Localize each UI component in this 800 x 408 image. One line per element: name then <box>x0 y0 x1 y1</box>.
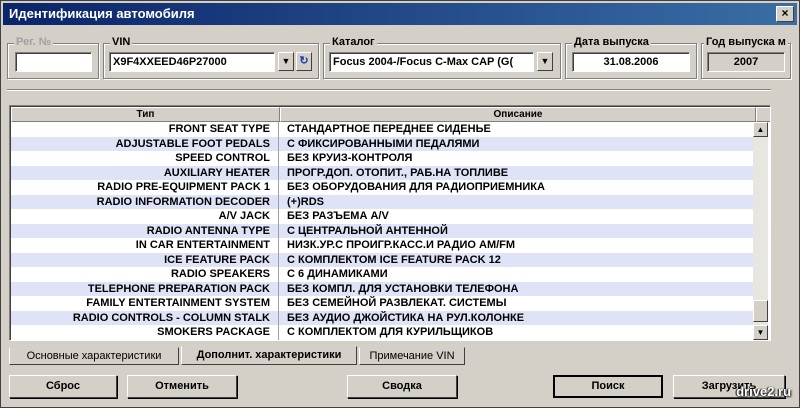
vertical-scrollbar[interactable]: ▲ ▼ <box>753 122 768 340</box>
scroll-thumb[interactable] <box>753 300 768 322</box>
vin-input[interactable]: X9F4XXEED46P27000 <box>109 52 275 72</box>
close-button[interactable]: × <box>776 6 794 22</box>
characteristics-grid[interactable]: Тип Описание FRONT SEAT TYPE СТАНДАРТНОЕ … <box>9 105 771 341</box>
reg-number-input[interactable] <box>15 52 92 72</box>
column-header-description[interactable]: Описание <box>280 107 756 122</box>
table-row[interactable]: FRONT SEAT TYPE СТАНДАРТНОЕ ПЕРЕДНЕЕ СИДЕ… <box>11 122 757 137</box>
tab-additional-characteristics[interactable]: Дополнит. характеристики <box>181 346 357 365</box>
grid-rows: FRONT SEAT TYPE СТАНДАРТНОЕ ПЕРЕДНЕЕ СИДЕ… <box>11 122 757 340</box>
cell-description: БЕЗ АУДИО ДЖОЙСТИКА НА РУЛ.КОЛОНКЕ <box>287 311 525 324</box>
cell-type: RADIO INFORMATION DECODER <box>11 194 279 209</box>
cell-type: FRONT SEAT TYPE <box>11 122 279 137</box>
cell-description: БЕЗ СЕМЕЙНОЙ РАЗВЛЕКАТ. СИСТЕМЫ <box>287 297 507 309</box>
scroll-down-button[interactable]: ▼ <box>753 325 768 340</box>
cell-type: SPEED CONTROL <box>11 151 279 166</box>
cell-type: A/V JACK <box>11 209 279 224</box>
dropdown-arrow-icon: ▼ <box>540 56 550 66</box>
column-header-spacer <box>756 107 770 122</box>
title-bar[interactable]: Идентификация автомобиля × <box>3 3 797 25</box>
table-row[interactable]: SMOKERS PACKAGE С КОМПЛЕКТОМ ДЛЯ КУРИЛЬЩИ… <box>11 325 757 340</box>
cell-type: SMOKERS PACKAGE <box>11 325 279 340</box>
cell-type: RADIO CONTROLS - COLUMN STALK <box>11 310 279 325</box>
table-row[interactable]: RADIO ANTENNA TYPE С ЦЕНТРАЛЬНОЙ АНТЕННОЙ <box>11 223 757 238</box>
table-row[interactable]: TELEPHONE PREPARATION PACK БЕЗ КОМПЛ. ДЛЯ… <box>11 281 757 296</box>
table-row[interactable]: ADJUSTABLE FOOT PEDALS С ФИКСИРОВАННЫМИ П… <box>11 136 757 151</box>
release-date-input[interactable]: 31.08.2006 <box>572 52 690 72</box>
cell-type: FAMILY ENTERTAINMENT SYSTEM <box>11 296 279 311</box>
cell-type: ADJUSTABLE FOOT PEDALS <box>11 136 279 151</box>
cell-description: ПРОГР.ДОП. ОТОПИТ., РАБ.НА ТОПЛИВЕ <box>287 166 509 179</box>
vin-label: VIN <box>110 36 133 48</box>
scroll-down-icon: ▼ <box>756 328 765 337</box>
column-header-type[interactable]: Тип <box>11 107 280 122</box>
cell-description: С КОМПЛЕКТОМ ICE FEATURE PACK 12 <box>287 253 501 266</box>
cell-type: RADIO ANTENNA TYPE <box>11 223 279 238</box>
table-row[interactable]: IN CAR ENTERTAINMENT НИЗК.УР.С ПРОИГР.КАС… <box>11 238 757 253</box>
table-row[interactable]: A/V JACK БЕЗ РАЗЪЕМА A/V <box>11 209 757 224</box>
model-year-value: 2007 <box>707 52 785 72</box>
scroll-up-button[interactable]: ▲ <box>753 122 768 137</box>
cell-description: С 6 ДИНАМИКАМИ <box>287 268 388 280</box>
refresh-icon: ↻ <box>299 55 309 67</box>
separator <box>7 89 771 91</box>
table-row[interactable]: RADIO SPEAKERS С 6 ДИНАМИКАМИ <box>11 267 757 282</box>
cancel-button[interactable]: Отменить <box>127 375 237 398</box>
catalog-dropdown-button[interactable]: ▼ <box>537 52 553 71</box>
table-row[interactable]: AUXILIARY HEATER ПРОГР.ДОП. ОТОПИТ., РАБ.… <box>11 165 757 180</box>
close-icon: × <box>781 6 789 20</box>
cell-description: СТАНДАРТНОЕ ПЕРЕДНЕЕ СИДЕНЬЕ <box>287 123 491 135</box>
cell-type: AUXILIARY HEATER <box>11 165 279 180</box>
reset-button[interactable]: Сброс <box>9 375 117 398</box>
grid-header: Тип Описание <box>11 107 770 122</box>
table-row[interactable]: SPEED CONTROL БЕЗ КРУИЗ-КОНТРОЛЯ <box>11 151 757 166</box>
cell-description: С ФИКСИРОВАННЫМИ ПЕДАЛЯМИ <box>287 137 480 150</box>
cell-description: БЕЗ ОБОРУДОВАНИЯ ДЛЯ РАДИОПРИЕМНИКА <box>287 181 545 193</box>
cell-description: БЕЗ КРУИЗ-КОНТРОЛЯ <box>287 152 413 164</box>
search-button[interactable]: Поиск <box>553 375 663 398</box>
summary-button[interactable]: Сводка <box>347 375 457 398</box>
cell-type: RADIO PRE-EQUIPMENT PACK 1 <box>11 180 279 195</box>
scroll-up-icon: ▲ <box>756 125 765 134</box>
tab-vin-note[interactable]: Примечание VIN <box>359 347 465 365</box>
cell-description: БЕЗ РАЗЪЕМА A/V <box>287 210 389 222</box>
reg-number-label: Рег. № <box>14 36 54 48</box>
tab-basic-characteristics[interactable]: Основные характеристики <box>9 347 179 365</box>
vin-refresh-button[interactable]: ↻ <box>296 52 312 71</box>
cell-type: ICE FEATURE PACK <box>11 252 279 267</box>
catalog-label: Каталог <box>330 36 377 48</box>
table-row[interactable]: RADIO PRE-EQUIPMENT PACK 1 БЕЗ ОБОРУДОВАН… <box>11 180 757 195</box>
model-year-label: Год выпуска м <box>704 36 788 48</box>
catalog-select[interactable]: Focus 2004-/Focus C-Max CAP (G( <box>329 52 534 72</box>
table-row[interactable]: RADIO CONTROLS - COLUMN STALK БЕЗ АУДИО Д… <box>11 310 757 325</box>
release-date-label: Дата выпуска <box>572 36 651 48</box>
dropdown-arrow-icon: ▼ <box>281 56 291 66</box>
cell-description: НИЗК.УР.С ПРОИГР.КАСС.И РАДИО AM/FM <box>287 239 516 251</box>
cell-description: С ЦЕНТРАЛЬНОЙ АНТЕННОЙ <box>287 224 448 237</box>
table-row[interactable]: RADIO INFORMATION DECODER (+)RDS <box>11 194 757 209</box>
cell-type: TELEPHONE PREPARATION PACK <box>11 281 279 296</box>
window-title: Идентификация автомобиля <box>9 6 195 21</box>
vehicle-identification-window: Идентификация автомобиля × Рег. № VIN X9… <box>0 0 800 408</box>
cell-description: С КОМПЛЕКТОМ ДЛЯ КУРИЛЬЩИКОВ <box>287 326 494 338</box>
cell-description: (+)RDS <box>287 195 324 208</box>
table-row[interactable]: FAMILY ENTERTAINMENT SYSTEM БЕЗ СЕМЕЙНОЙ … <box>11 296 757 311</box>
table-row[interactable]: ICE FEATURE PACK С КОМПЛЕКТОМ ICE FEATURE… <box>11 252 757 267</box>
cell-type: RADIO SPEAKERS <box>11 267 279 282</box>
watermark: drive2.ru <box>736 384 791 399</box>
cell-description: БЕЗ КОМПЛ. ДЛЯ УСТАНОВКИ ТЕЛЕФОНА <box>287 282 519 295</box>
cell-type: IN CAR ENTERTAINMENT <box>11 238 279 253</box>
vin-dropdown-button[interactable]: ▼ <box>278 52 294 71</box>
